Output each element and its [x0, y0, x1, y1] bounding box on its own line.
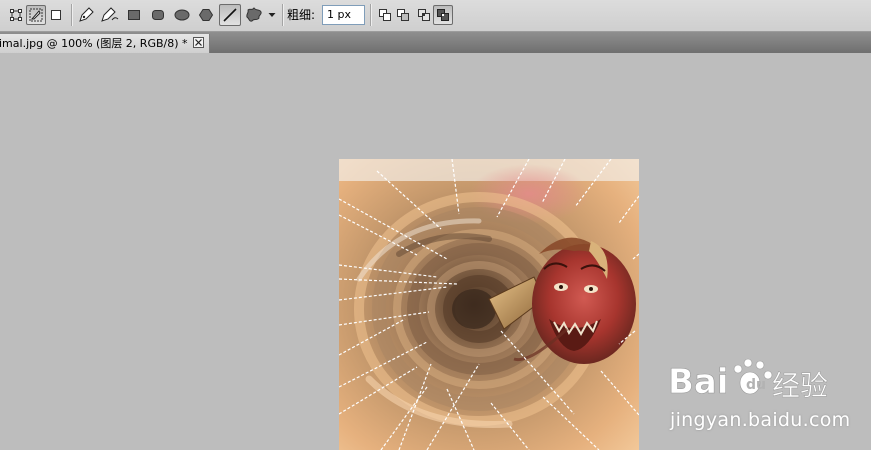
custom-shape-dropdown[interactable]	[265, 5, 279, 25]
line-tool-button[interactable]	[219, 4, 241, 26]
add-to-path-icon	[379, 9, 391, 21]
close-tab-button[interactable]	[193, 37, 204, 48]
document-tab-strip: imal.jpg @ 100% (图层 2, RGB/8) *	[0, 32, 871, 53]
weight-input[interactable]: 1 px	[322, 5, 365, 25]
rounded-rectangle-tool-button[interactable]	[148, 5, 168, 25]
exclude-overlap-button[interactable]	[433, 5, 453, 25]
exclude-overlap-icon	[437, 9, 449, 21]
chevron-down-icon	[268, 13, 276, 17]
freeform-pen-icon	[101, 7, 119, 22]
fill-pixels-button[interactable]	[46, 5, 66, 25]
subtract-from-path-icon	[397, 9, 409, 21]
pen-tool-button[interactable]	[76, 5, 96, 25]
svg-text:du: du	[746, 377, 766, 393]
pen-icon	[79, 7, 94, 22]
watermark: Bai du 经验 jingyan.baidu.com	[664, 353, 864, 435]
polygon-tool-button[interactable]	[196, 5, 216, 25]
custom-shape-icon	[246, 7, 262, 22]
paths-icon	[29, 8, 43, 22]
options-bar: 粗细: 1 px	[0, 0, 871, 32]
subtract-from-path-button[interactable]	[393, 5, 413, 25]
line-icon	[223, 8, 237, 22]
intersect-path-icon	[418, 9, 430, 21]
watermark-url: jingyan.baidu.com	[670, 409, 851, 431]
add-to-path-button[interactable]	[375, 5, 395, 25]
shape-layers-button[interactable]	[6, 5, 26, 25]
document-tab-label: imal.jpg @ 100% (图层 2, RGB/8) *	[0, 37, 188, 50]
freeform-pen-button[interactable]	[99, 5, 119, 25]
document-canvas[interactable]	[339, 159, 639, 450]
fill-pixels-icon	[51, 10, 61, 20]
weight-label: 粗细:	[287, 8, 316, 22]
svg-text:Bai: Bai	[668, 362, 729, 402]
close-icon	[195, 39, 202, 46]
svg-text:经验: 经验	[772, 369, 828, 402]
paths-button[interactable]	[26, 5, 46, 25]
rectangle-icon	[128, 10, 140, 20]
document-tab[interactable]: imal.jpg @ 100% (图层 2, RGB/8) *	[0, 34, 210, 53]
ellipse-tool-button[interactable]	[172, 5, 192, 25]
rectangle-tool-button[interactable]	[124, 5, 144, 25]
document-image	[339, 159, 639, 450]
ellipse-icon	[174, 9, 190, 21]
polygon-icon	[198, 9, 214, 21]
shape-layers-icon	[10, 9, 22, 21]
baidu-jingyan-logo: Bai du 经验	[668, 358, 828, 402]
rounded-rectangle-icon	[152, 10, 164, 20]
custom-shape-tool-button[interactable]	[243, 5, 265, 25]
intersect-path-button[interactable]	[414, 5, 434, 25]
